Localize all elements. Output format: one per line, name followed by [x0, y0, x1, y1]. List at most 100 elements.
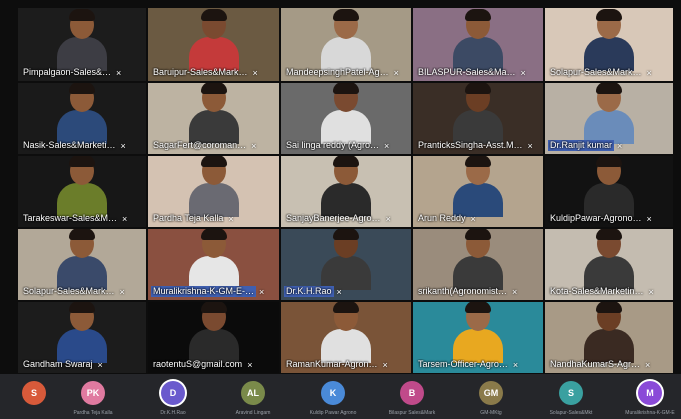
mic-muted-icon: ×	[646, 213, 652, 224]
participant-namebar: raotentuS@gmail.com ×	[151, 359, 276, 370]
participant-figure	[582, 9, 636, 71]
participant-namebar: Dr.K.H.Rao ×	[284, 286, 408, 297]
participant-namebar: Tarsem-Officer-Agro… ×	[416, 359, 540, 370]
participant-namebar: RamanKumar-Agron… ×	[284, 359, 408, 370]
participant-figure	[582, 156, 636, 217]
participant-avatar[interactable]: M	[638, 381, 662, 405]
mic-muted-icon: ×	[251, 140, 257, 151]
participant-tile[interactable]: Baruipur-Sales&Mark… ×	[148, 8, 279, 81]
participant-tile[interactable]: Sai linga reddy (Agro… ×	[281, 83, 411, 154]
participant-name: PranticksSingha-Asst.M…	[418, 140, 523, 150]
participant-namebar: Kota-Sales&Marketin… ×	[548, 286, 670, 297]
participant-name: raotentuS@gmail.com	[153, 359, 243, 369]
participant-name: NandhaKumarS-Agr…	[550, 359, 641, 369]
participant-avatar[interactable]: K	[321, 381, 345, 405]
participant-name: srikanth(Agronomist…	[418, 286, 508, 296]
participant-name: SanjayBanerjee-Agro…	[286, 213, 381, 223]
participant-name: SagarFert@coroman…	[153, 140, 247, 150]
participant-namebar: SagarFert@coroman… ×	[151, 140, 276, 151]
participant-namebar: BILASPUR-Sales&Ma… ×	[416, 67, 540, 78]
participant-namebar: Solapur-Sales&Mark… ×	[548, 67, 670, 78]
participant-namebar: Solapur-Sales&Mark… ×	[21, 286, 143, 297]
participant-namebar: Tarakeswar-Sales&M… ×	[21, 213, 143, 224]
participant-tile[interactable]: Arun Reddy ×	[413, 156, 543, 227]
participant-namebar: Muralikrishna-K-GM-E-… ×	[151, 286, 276, 297]
participant-namebar: KuldipPawar-Agrono… ×	[548, 213, 670, 224]
participant-tile[interactable]: PranticksSingha-Asst.M… ×	[413, 83, 543, 154]
mic-muted-icon: ×	[385, 213, 391, 224]
participant-figure	[451, 229, 505, 290]
participant-tile[interactable]: Tarakeswar-Sales&M… ×	[18, 156, 146, 227]
participant-name: Solapur-Sales&Mark…	[23, 286, 115, 296]
participant-name: Gandham Swaraj	[23, 359, 93, 369]
participant-avatar[interactable]: S	[22, 381, 46, 405]
participant-figure	[582, 302, 636, 363]
participant-tile[interactable]: NandhaKumarS-Agr… ×	[545, 302, 673, 373]
participant-tile[interactable]: Solapur-Sales&Mark… ×	[545, 8, 673, 81]
participant-tile[interactable]: Pimpalgaon-Sales&… ×	[18, 8, 146, 81]
participant-figure	[319, 9, 373, 71]
mic-muted-icon: ×	[120, 140, 126, 151]
participant-avatar-label: Kuldip Pawar Agrono	[309, 410, 357, 416]
participant-figure	[55, 302, 109, 363]
participant-figure	[187, 229, 241, 290]
participant-namebar: Pardha Teja Kalla ×	[151, 213, 276, 224]
mic-muted-icon: ×	[527, 140, 533, 151]
participant-name: Tarakeswar-Sales&M…	[23, 213, 118, 223]
participant-name: Pardha Teja Kalla	[153, 213, 224, 223]
participant-figure	[451, 156, 505, 217]
mic-muted-icon: ×	[97, 359, 103, 370]
participant-tile[interactable]: MandeepsinghPatel-Ag… ×	[281, 8, 411, 81]
participant-avatar[interactable]: PK	[81, 381, 105, 405]
participant-tile[interactable]: Dr.K.H.Rao ×	[281, 229, 411, 300]
participant-tile[interactable]: Solapur-Sales&Mark… ×	[18, 229, 146, 300]
participant-tile[interactable]: Gandham Swaraj ×	[18, 302, 146, 373]
participant-avatar[interactable]: D	[161, 381, 185, 405]
participant-namebar: SanjayBanerjee-Agro… ×	[284, 213, 408, 224]
participant-figure	[582, 229, 636, 290]
participant-namebar: NandhaKumarS-Agr… ×	[548, 359, 670, 370]
participant-tile[interactable]: Pardha Teja Kalla ×	[148, 156, 279, 227]
participant-name: MandeepsinghPatel-Ag…	[286, 67, 389, 77]
participant-figure	[319, 229, 373, 290]
participant-tile[interactable]: Nasik-Sales&Marketi… ×	[18, 83, 146, 154]
participant-tile[interactable]: Kota-Sales&Marketin… ×	[545, 229, 673, 300]
participant-figure	[187, 156, 241, 217]
participant-namebar: Baruipur-Sales&Mark… ×	[151, 67, 276, 78]
mic-muted-icon: ×	[384, 140, 390, 151]
participant-figure	[451, 83, 505, 144]
participant-namebar: PranticksSingha-Asst.M… ×	[416, 140, 540, 151]
participant-tile[interactable]: SanjayBanerjee-Agro… ×	[281, 156, 411, 227]
mic-muted-icon: ×	[382, 359, 388, 370]
participant-namebar: Nasik-Sales&Marketi… ×	[21, 140, 143, 151]
participant-tile[interactable]: Tarsem-Officer-Agro… ×	[413, 302, 543, 373]
participant-figure	[319, 302, 373, 363]
participant-namebar: srikanth(Agronomist… ×	[416, 286, 540, 297]
participant-tile[interactable]: Muralikrishna-K-GM-E-… ×	[148, 229, 279, 300]
participant-avatar[interactable]: GM	[479, 381, 503, 405]
participant-name: KuldipPawar-Agrono…	[550, 213, 642, 223]
mic-muted-icon: ×	[520, 67, 526, 78]
participant-tile[interactable]: raotentuS@gmail.com ×	[148, 302, 279, 373]
mic-muted-icon: ×	[393, 67, 399, 78]
participant-name: Nasik-Sales&Marketi…	[23, 140, 116, 150]
participant-name: Baruipur-Sales&Mark…	[153, 67, 248, 77]
participant-tile[interactable]: RamanKumar-Agron… ×	[281, 302, 411, 373]
participant-name: Sai linga reddy (Agro…	[286, 140, 380, 150]
participant-tile[interactable]: KuldipPawar-Agrono… ×	[545, 156, 673, 227]
participant-tile[interactable]: BILASPUR-Sales&Ma… ×	[413, 8, 543, 81]
mic-muted-icon: ×	[645, 359, 651, 370]
participant-tile[interactable]: SagarFert@coroman… ×	[148, 83, 279, 154]
participant-avatar[interactable]: AL	[241, 381, 265, 405]
video-grid: Pimpalgaon-Sales&… × Baruipur-Sales&Mark… ×…	[0, 0, 681, 374]
participant-avatar-label: Aravind Lingam	[235, 410, 271, 416]
participant-tile[interactable]: srikanth(Agronomist… ×	[413, 229, 543, 300]
participant-tile[interactable]: Dr.Ranjit kumar ×	[545, 83, 673, 154]
participant-figure	[582, 83, 636, 144]
participant-avatar[interactable]: S	[559, 381, 583, 405]
participant-figure	[319, 156, 373, 217]
participant-avatar[interactable]: B	[400, 381, 424, 405]
participant-figure	[187, 9, 241, 71]
participant-name: BILASPUR-Sales&Ma…	[418, 67, 516, 77]
mic-muted-icon: ×	[470, 213, 476, 224]
